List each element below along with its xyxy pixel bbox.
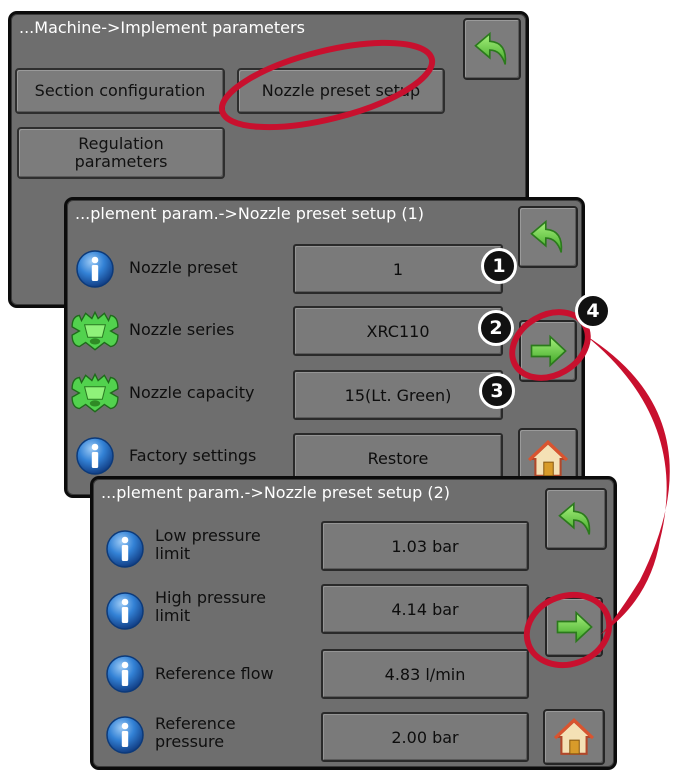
nozzle-preset-setup-button[interactable]: Nozzle preset setup bbox=[237, 68, 445, 114]
forward-arrow-icon bbox=[526, 329, 570, 373]
forward-arrow-icon bbox=[552, 605, 596, 649]
info-icon bbox=[105, 715, 145, 755]
home-icon bbox=[553, 716, 595, 758]
reference-pressure-label: Reference pressure bbox=[155, 714, 236, 751]
high-pressure-limit-label: High pressure limit bbox=[155, 588, 266, 625]
reference-flow-label: Reference flow bbox=[155, 664, 274, 683]
info-icon bbox=[75, 249, 115, 289]
back-arrow-icon bbox=[470, 27, 514, 71]
info-icon bbox=[105, 654, 145, 694]
next-page-button[interactable] bbox=[545, 597, 603, 657]
nozzle-preset-setup-page2-panel: ...plement param.->Nozzle preset setup (… bbox=[90, 476, 617, 770]
section-configuration-button[interactable]: Section configuration bbox=[15, 68, 225, 114]
nozzle-icon bbox=[69, 372, 121, 414]
home-button[interactable] bbox=[543, 709, 605, 765]
nozzle-icon bbox=[69, 310, 121, 352]
nozzle-preset-label: Nozzle preset bbox=[129, 258, 238, 277]
info-icon bbox=[75, 436, 115, 476]
nozzle-preset-setup-page1-panel: ...plement param.->Nozzle preset setup (… bbox=[64, 197, 585, 498]
nozzle-preset-field[interactable]: 1 bbox=[293, 244, 503, 294]
reference-flow-field[interactable]: 4.83 l/min bbox=[321, 649, 529, 699]
back-button[interactable] bbox=[545, 488, 607, 550]
callout-4: 4 bbox=[575, 293, 611, 329]
callout-2: 2 bbox=[478, 310, 514, 346]
callout-3: 3 bbox=[479, 373, 515, 409]
regulation-parameters-button[interactable]: Regulation parameters bbox=[17, 127, 225, 179]
reference-pressure-field[interactable]: 2.00 bar bbox=[321, 712, 529, 762]
nozzle-series-field[interactable]: XRC110 bbox=[293, 306, 503, 356]
nozzle-capacity-label: Nozzle capacity bbox=[129, 383, 255, 402]
next-page-button[interactable] bbox=[519, 320, 577, 382]
nozzle-capacity-field[interactable]: 15(Lt. Green) bbox=[293, 370, 503, 420]
factory-settings-label: Factory settings bbox=[129, 446, 257, 465]
home-icon bbox=[527, 438, 569, 480]
nozzle-series-label: Nozzle series bbox=[129, 320, 235, 339]
back-arrow-icon bbox=[554, 497, 598, 541]
info-icon bbox=[105, 591, 145, 631]
panel-title: ...plement param.->Nozzle preset setup (… bbox=[101, 483, 451, 502]
callout-1: 1 bbox=[481, 248, 517, 284]
panel-title: ...Machine->Implement parameters bbox=[19, 18, 305, 37]
back-arrow-icon bbox=[526, 215, 570, 259]
back-button[interactable] bbox=[518, 206, 578, 268]
high-pressure-limit-field[interactable]: 4.14 bar bbox=[321, 584, 529, 634]
low-pressure-limit-label: Low pressure limit bbox=[155, 526, 261, 563]
info-icon bbox=[105, 529, 145, 569]
panel-title: ...plement param.->Nozzle preset setup (… bbox=[75, 204, 425, 223]
back-button[interactable] bbox=[463, 18, 521, 80]
low-pressure-limit-field[interactable]: 1.03 bar bbox=[321, 521, 529, 571]
